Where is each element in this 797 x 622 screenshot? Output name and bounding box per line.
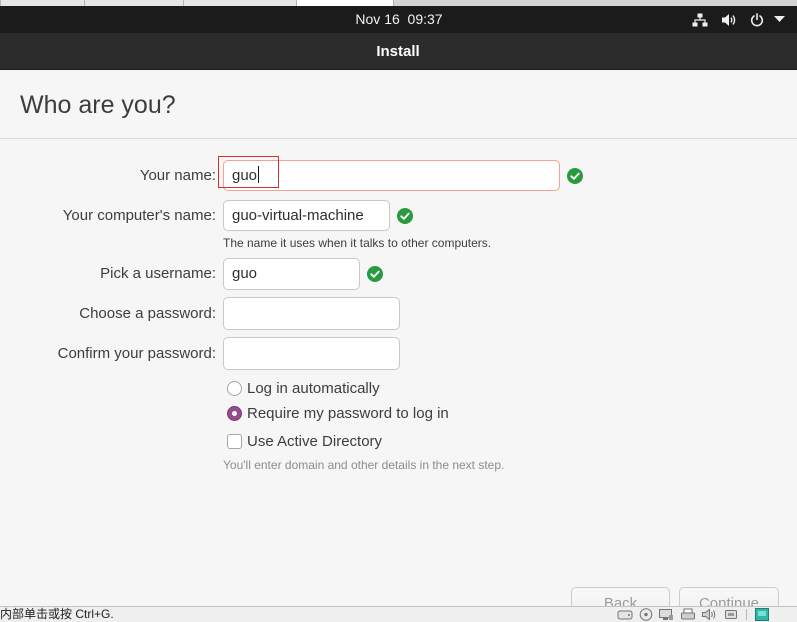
volume-icon[interactable] — [721, 13, 737, 27]
menu-arrow-icon[interactable] — [774, 16, 785, 22]
active-directory-option[interactable]: Use Active Directory — [227, 431, 382, 451]
status-message: 内部单击或按 Ctrl+G. — [0, 607, 114, 621]
divider — [0, 138, 797, 139]
printer-icon[interactable] — [680, 608, 696, 621]
computer-name-hint: The name it uses when it talks to other … — [223, 236, 492, 250]
login-automatically-radio[interactable] — [227, 380, 242, 396]
back-button[interactable]: Back — [571, 587, 670, 606]
clock[interactable]: Nov 16 09:37 — [344, 6, 454, 33]
active-directory-checkbox[interactable] — [227, 433, 242, 449]
login-automatically-option[interactable]: Log in automatically — [227, 378, 380, 398]
password-input[interactable] — [223, 297, 400, 330]
require-password-option[interactable]: Require my password to log in — [227, 403, 449, 423]
username-value: guo — [232, 265, 258, 282]
continue-button[interactable]: Continue — [679, 587, 779, 606]
gnome-top-bar: Nov 16 09:37 — [0, 6, 797, 33]
window-title: Install — [376, 43, 420, 60]
page-title: Who are you? — [20, 91, 176, 119]
username-input[interactable]: guo — [223, 258, 360, 290]
active-directory-hint: You'll enter domain and other details in… — [223, 458, 505, 472]
text-cursor — [258, 166, 260, 183]
sound-icon[interactable] — [701, 608, 717, 621]
your-name-value: guo — [232, 167, 258, 184]
computer-name-label: Your computer's name: — [62, 207, 216, 224]
your-name-label: Your name: — [139, 167, 216, 184]
vm-display-icon[interactable] — [755, 608, 770, 621]
confirm-password-input[interactable] — [223, 337, 400, 370]
power-icon[interactable] — [750, 13, 764, 27]
cd-rom-icon[interactable] — [639, 608, 653, 621]
active-directory-label[interactable]: Use Active Directory — [247, 433, 382, 450]
username-label: Pick a username: — [100, 265, 216, 282]
window-header-bar: Install — [0, 33, 797, 70]
computer-name-value: guo-virtual-machine — [232, 207, 364, 224]
computer-name-input[interactable]: guo-virtual-machine — [223, 200, 390, 231]
hard-disk-icon[interactable] — [617, 608, 633, 621]
login-automatically-label[interactable]: Log in automatically — [247, 380, 380, 397]
network-icon[interactable] — [692, 13, 708, 27]
require-password-radio[interactable] — [227, 405, 242, 421]
status-bar-separator — [746, 609, 747, 620]
usb-device-icon[interactable] — [723, 608, 739, 621]
confirm-password-label: Confirm your password: — [57, 345, 216, 362]
valid-check-icon — [567, 168, 583, 184]
your-name-input[interactable]: guo — [223, 160, 560, 191]
valid-check-icon — [367, 266, 383, 282]
network-adapter-icon[interactable] — [658, 608, 674, 621]
valid-check-icon — [397, 208, 413, 224]
require-password-label[interactable]: Require my password to log in — [247, 405, 449, 422]
vm-status-bar: 内部单击或按 Ctrl+G. — [0, 606, 797, 622]
installer-page: Who are you? Your name: guo Your compute… — [0, 70, 797, 606]
password-label: Choose a password: — [79, 305, 216, 322]
